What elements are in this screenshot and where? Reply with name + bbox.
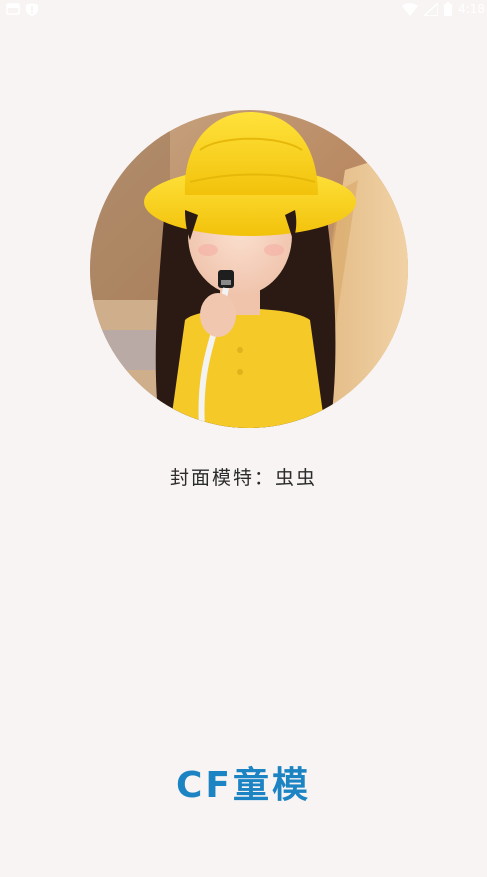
signal-icon: [422, 0, 439, 17]
status-time: 4:18: [458, 2, 485, 16]
portrait-image: [90, 110, 408, 428]
wifi-icon: [402, 2, 419, 16]
cover-model-avatar: [90, 110, 408, 428]
status-bar: 4:18: [0, 0, 487, 18]
battery-icon: [444, 2, 453, 16]
app-brand-logo: CF童模: [175, 765, 311, 806]
status-bar-left: [0, 2, 38, 16]
cover-model-caption: 封面模特：虫虫: [169, 467, 317, 489]
shield-icon: [26, 2, 38, 16]
status-bar-right: 4:18: [402, 0, 487, 18]
notification-icon: [6, 3, 20, 15]
